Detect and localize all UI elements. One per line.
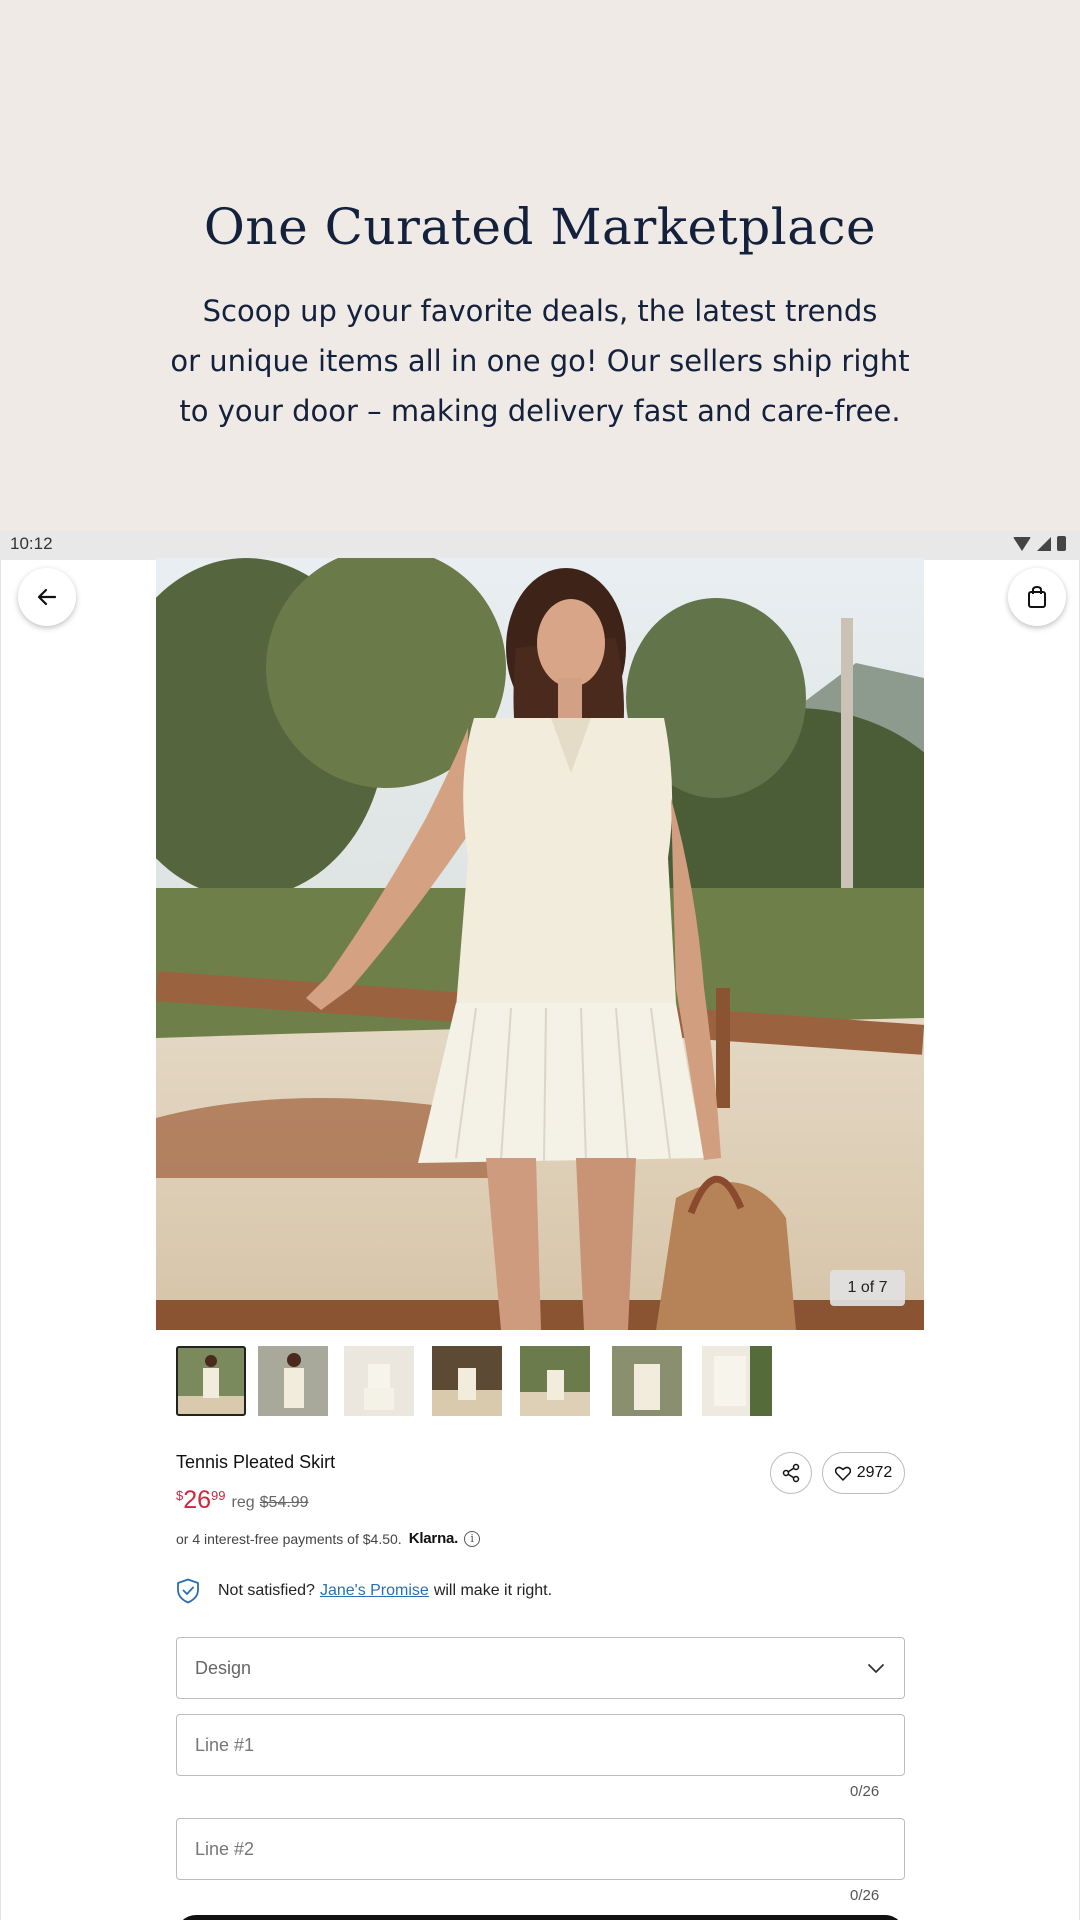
line-1-input[interactable]: [177, 1715, 904, 1775]
janes-promise: Not satisfied? Jane's Promise will make …: [176, 1578, 552, 1604]
battery-icon: [1057, 536, 1066, 551]
shield-check-icon: [177, 1578, 199, 1604]
arrow-left-icon: [37, 588, 57, 606]
promo-body: Scoop up your favorite deals, the latest…: [140, 286, 940, 436]
product-photo-illustration: [156, 558, 924, 1330]
line-2-field[interactable]: [176, 1818, 905, 1880]
status-bar: 10:12: [0, 530, 1080, 560]
janes-promise-link[interactable]: Jane's Promise: [320, 1582, 429, 1600]
design-select-label: Design: [195, 1658, 252, 1678]
thumbnail-image: [176, 1346, 246, 1416]
promo-banner: One Curated Marketplace Scoop up your fa…: [0, 0, 1080, 530]
regular-price-label: reg: [231, 1494, 255, 1511]
thumbnail-4[interactable]: [432, 1346, 502, 1416]
thumbnail-image: [344, 1346, 414, 1416]
image-counter: 1 of 7: [830, 1270, 905, 1306]
line-2-char-count: 0/26: [850, 1887, 880, 1904]
design-select[interactable]: Design: [176, 1637, 905, 1699]
share-icon: [782, 1463, 800, 1483]
cell-signal-icon: [1037, 536, 1051, 551]
promo-line-1: Scoop up your favorite deals, the latest…: [202, 294, 878, 328]
thumbnail-5[interactable]: [520, 1346, 590, 1416]
thumbnail-1[interactable]: [176, 1346, 246, 1416]
chevron-down-icon: [868, 1664, 884, 1673]
thumbnail-3[interactable]: [344, 1346, 414, 1416]
klarna-text: or 4 interest-free payments of $4.50.: [176, 1530, 402, 1547]
thumbnail-2[interactable]: [258, 1346, 328, 1416]
price-row: $ 26 99 reg $54.99: [176, 1486, 309, 1514]
left-edge-divider: [0, 560, 1, 1920]
promo-line-2: or unique items all in one go! Our selle…: [170, 344, 910, 378]
info-icon[interactable]: i: [464, 1530, 481, 1547]
klarna-logo: Klarna.: [408, 1530, 459, 1547]
regular-price: $54.99: [259, 1494, 309, 1511]
thumbnail-image: [520, 1346, 590, 1416]
promo-title: One Curated Marketplace: [203, 198, 877, 256]
back-button[interactable]: [18, 568, 76, 626]
product-title: Tennis Pleated Skirt: [176, 1452, 336, 1472]
shopping-bag-icon: [1028, 585, 1046, 608]
line-1-field[interactable]: [176, 1714, 905, 1776]
thumbnail-7[interactable]: [702, 1346, 772, 1416]
like-button[interactable]: 2972: [822, 1452, 905, 1494]
price-dollars: 26: [183, 1486, 212, 1514]
line-2-input[interactable]: [177, 1819, 904, 1879]
thumbnail-image: [702, 1346, 772, 1416]
status-time: 10:12: [10, 534, 53, 553]
product-main-image[interactable]: [156, 558, 924, 1330]
heart-icon: [834, 1466, 851, 1481]
like-count: 2972: [856, 1464, 893, 1481]
thumbnail-6[interactable]: [612, 1346, 682, 1416]
promise-suffix: will make it right.: [433, 1582, 553, 1599]
promo-line-3: to your door – making delivery fast and …: [179, 394, 901, 428]
thumbnail-image: [612, 1346, 682, 1416]
klarna-installments: or 4 interest-free payments of $4.50. Kl…: [176, 1530, 481, 1547]
status-icons: [1013, 536, 1066, 551]
cart-button[interactable]: [1008, 568, 1066, 626]
line-1-char-count: 0/26: [850, 1783, 880, 1800]
share-button[interactable]: [770, 1452, 812, 1494]
promise-prefix: Not satisfied?: [218, 1582, 315, 1599]
add-to-bag-button[interactable]: [176, 1915, 905, 1920]
price-currency: $: [176, 1488, 184, 1503]
thumbnail-image: [258, 1346, 328, 1416]
thumbnail-image: [432, 1346, 502, 1416]
wifi-icon: [1013, 536, 1031, 551]
price-cents: 99: [211, 1488, 226, 1503]
